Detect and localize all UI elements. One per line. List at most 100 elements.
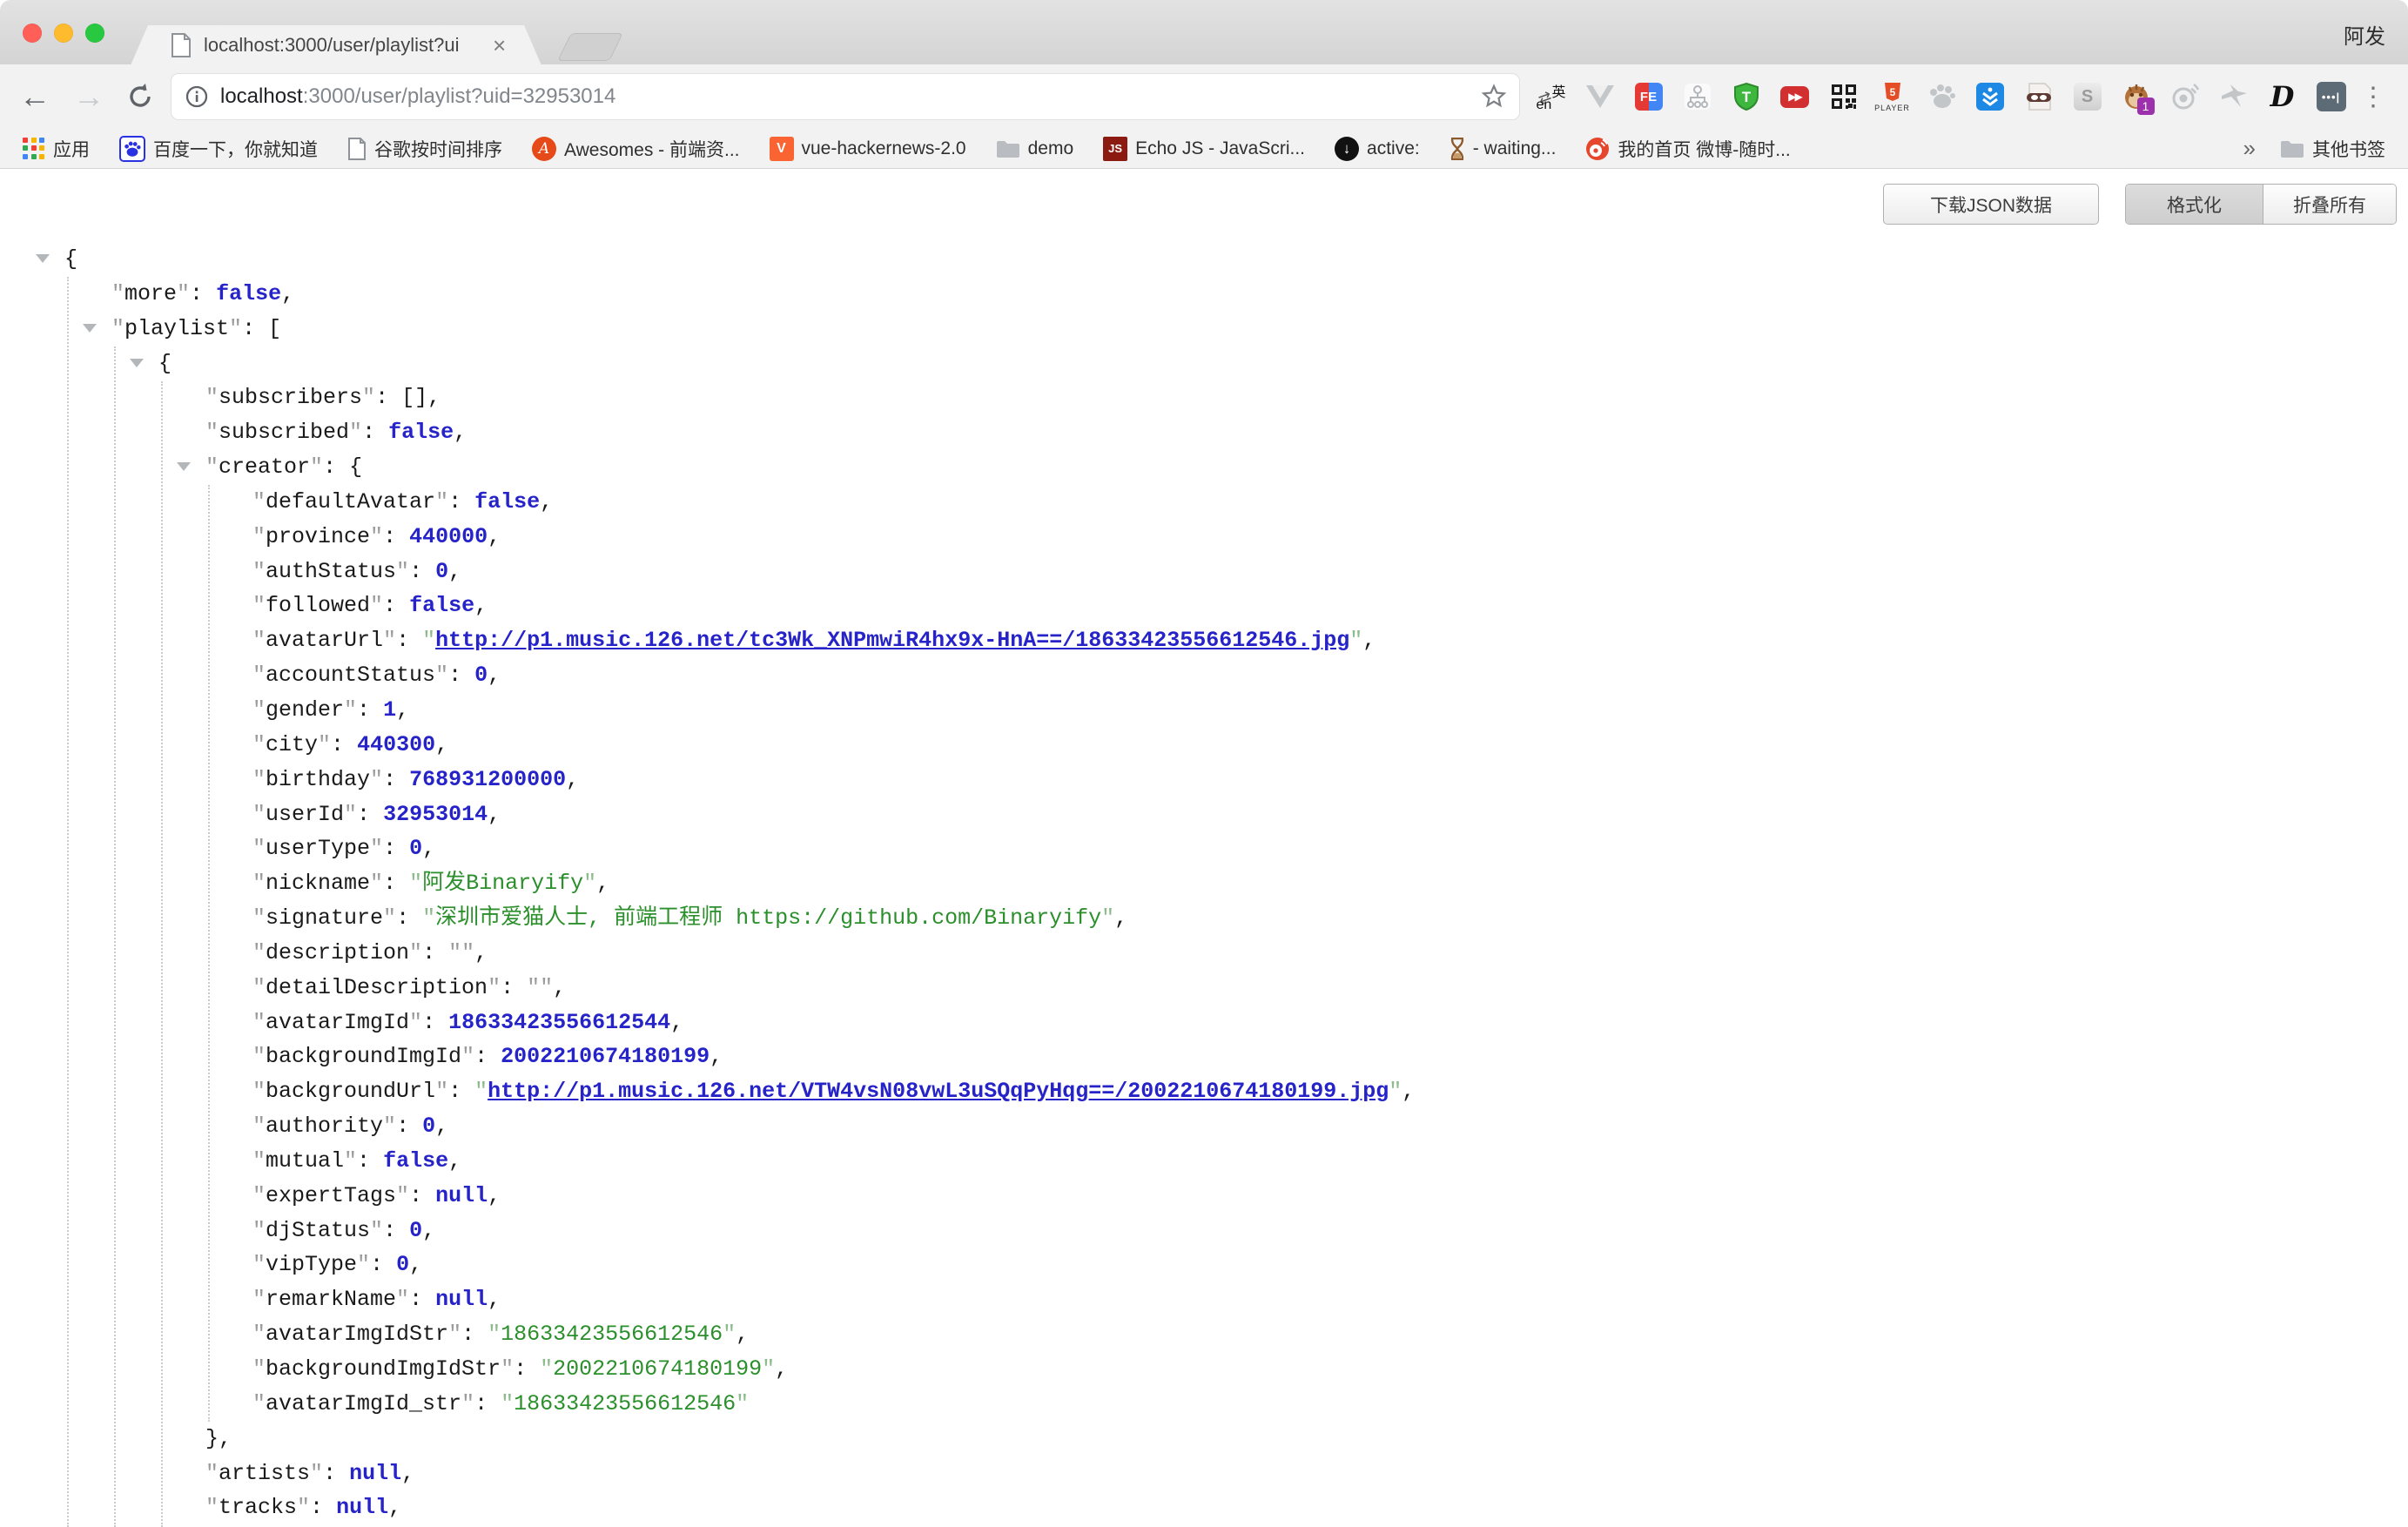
tab-close-icon[interactable]: × — [493, 34, 506, 57]
json-link[interactable]: http://p1.music.126.net/VTW4vsN08vwL3uSQ… — [488, 1079, 1389, 1104]
json-token: vipType — [266, 1252, 357, 1277]
mask-icon[interactable] — [2023, 80, 2054, 113]
json-token: 2002210674180199 — [501, 1044, 710, 1069]
url-host: localhost — [220, 84, 303, 108]
json-token: " — [461, 1044, 474, 1069]
maximize-window-button[interactable] — [85, 24, 104, 43]
json-token: expertTags — [266, 1183, 396, 1208]
tampermonkey-shield-icon[interactable]: T — [1731, 80, 1761, 113]
forward-button[interactable]: → — [73, 81, 104, 112]
bookmark-waiting[interactable]: - waiting... — [1450, 138, 1557, 160]
json-token: : — [190, 281, 216, 306]
browser-window: localhost:3000/user/playlist?ui × 阿发 ← →… — [0, 0, 2408, 1527]
new-tab-button[interactable] — [557, 33, 623, 61]
json-token: avatarImgId_str — [266, 1391, 461, 1416]
json-token: : — [474, 1391, 501, 1416]
browser-tab[interactable]: localhost:3000/user/playlist?ui × — [131, 25, 541, 65]
json-token: null — [349, 1461, 401, 1486]
html5-player-icon[interactable]: 5 PLAYER — [1877, 80, 1907, 113]
json-token: description — [266, 940, 409, 965]
json-token: defaultAvatar — [266, 489, 435, 515]
json-token: avatarImgId — [266, 1010, 409, 1035]
json-token: accountStatus — [266, 663, 435, 688]
bird-icon[interactable] — [2218, 80, 2249, 113]
back-button[interactable]: ← — [19, 81, 50, 112]
json-token: remarkName — [266, 1287, 396, 1312]
json-token: 440300 — [357, 732, 435, 757]
json-token: : — [383, 593, 409, 618]
browser-profile-name[interactable]: 阿发 — [2344, 19, 2385, 50]
json-token: " — [252, 940, 266, 965]
bookmark-star-icon[interactable] — [1481, 84, 1507, 110]
d-icon[interactable]: D — [2267, 80, 2297, 113]
json-line: "artists": null, — [0, 1456, 2408, 1491]
browser-menu-icon[interactable]: ⋮ — [2360, 82, 2386, 112]
double-chevron-icon[interactable] — [1974, 80, 2005, 113]
fast-forward-icon[interactable]: ▶▶ — [1779, 80, 1810, 113]
paw-icon[interactable] — [1926, 80, 1956, 113]
json-line: "signature": "深圳市爱猫人士, 前端工程师 https://git… — [0, 901, 2408, 936]
fe-icon[interactable]: FE — [1633, 80, 1664, 113]
json-line: { — [0, 242, 2408, 277]
bookmark-apps[interactable]: 应用 — [23, 136, 90, 162]
svg-text:5: 5 — [1889, 86, 1895, 98]
json-token: false — [383, 1148, 448, 1174]
bookmark-baidu[interactable]: 百度一下，你就知道 — [119, 136, 318, 162]
url-path: :3000/user/playlist?uid=32953014 — [303, 84, 616, 108]
bookmark-active[interactable]: ↓ active: — [1335, 137, 1420, 161]
weibo-eye-icon[interactable] — [2169, 80, 2200, 113]
collapse-triangle-icon[interactable] — [83, 324, 97, 333]
apps-grid-icon — [23, 138, 45, 160]
sitemap-icon[interactable] — [1682, 80, 1712, 113]
folder-icon — [996, 139, 1020, 158]
json-token: " — [344, 802, 357, 827]
reload-button[interactable] — [125, 82, 155, 111]
collapse-all-button[interactable]: 折叠所有 — [2263, 185, 2396, 224]
monkey-icon[interactable]: 1 — [2121, 80, 2151, 113]
format-button[interactable]: 格式化 — [2126, 185, 2263, 224]
collapse-triangle-icon[interactable] — [36, 254, 50, 263]
address-bar[interactable]: localhost:3000/user/playlist?uid=3295301… — [171, 73, 1520, 120]
json-token: userId — [266, 802, 344, 827]
json-token: " — [383, 1113, 396, 1139]
bookmark-google-sort[interactable]: 谷歌按时间排序 — [347, 136, 502, 162]
site-info-icon[interactable] — [185, 85, 208, 108]
json-token: " — [540, 1356, 553, 1382]
minimize-window-button[interactable] — [54, 24, 73, 43]
bookmarks-overflow-icon[interactable]: » — [2243, 135, 2256, 162]
close-window-button[interactable] — [23, 24, 42, 43]
json-token: : — [422, 940, 448, 965]
json-token: " — [252, 1322, 266, 1347]
json-token: " — [409, 940, 422, 965]
bookmarks-bar: 应用 百度一下，你就知道 谷歌按时间排序 A Awesomes - 前端资...… — [0, 129, 2408, 169]
json-token: " — [111, 281, 124, 306]
bookmark-vue-hackernews[interactable]: V vue-hackernews-2.0 — [770, 137, 966, 161]
download-json-button[interactable]: 下载JSON数据 — [1883, 184, 2099, 225]
url-text[interactable]: localhost:3000/user/playlist?uid=3295301… — [220, 84, 1481, 109]
qr-code-icon[interactable] — [1828, 80, 1859, 113]
json-token: : — [474, 1044, 501, 1069]
bookmark-echojs[interactable]: JS Echo JS - JavaScri... — [1103, 137, 1305, 161]
json-token: " — [229, 316, 242, 341]
translate-icon[interactable]: ⇄ 英 en — [1536, 80, 1566, 113]
json-link[interactable]: http://p1.music.126.net/tc3Wk_XNPmwiR4hx… — [435, 628, 1349, 653]
s-icon[interactable]: S — [2072, 80, 2102, 113]
json-line: "city": 440300, — [0, 728, 2408, 763]
json-token: " — [344, 697, 357, 723]
json-token: , — [553, 975, 566, 1000]
json-token: " — [252, 975, 266, 1000]
json-line: "authStatus": 0, — [0, 555, 2408, 589]
bookmark-weibo[interactable]: 我的首页 微博-随时... — [1585, 136, 1790, 162]
clipper-icon[interactable]: •••| — [2316, 80, 2346, 113]
bookmark-other[interactable]: 其他书签 — [2280, 136, 2385, 162]
bookmark-demo[interactable]: demo — [996, 138, 1074, 159]
json-token: : — [396, 1113, 422, 1139]
json-token: " — [252, 1010, 266, 1035]
json-line: "tracks": null, — [0, 1490, 2408, 1525]
bookmark-awesomes[interactable]: A Awesomes - 前端资... — [532, 136, 740, 162]
json-token: " — [422, 628, 435, 653]
collapse-triangle-icon[interactable] — [130, 359, 144, 367]
collapse-triangle-icon[interactable] — [177, 462, 191, 471]
vue-devtools-icon[interactable] — [1584, 80, 1615, 113]
json-token: , — [596, 871, 609, 896]
